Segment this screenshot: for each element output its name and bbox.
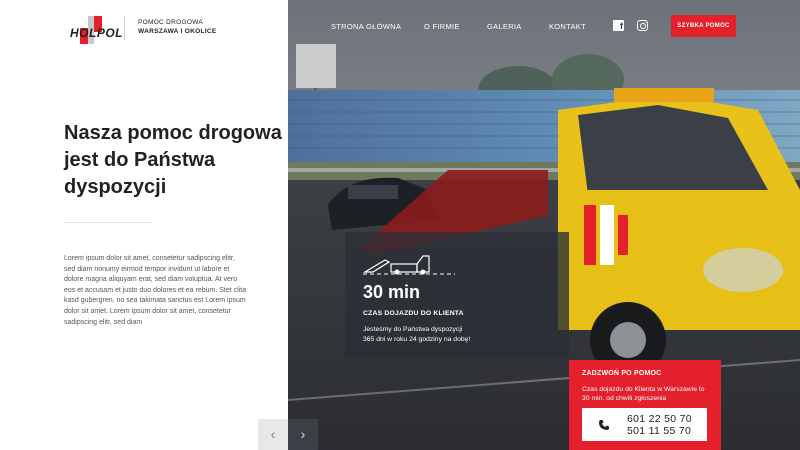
hero-body-text: Lorem ipsum dolor sit amet, consetetur s… [64, 255, 247, 326]
instagram-icon[interactable] [637, 20, 648, 31]
phone-numbers: 601 22 50 70 501 11 55 70 [627, 413, 692, 437]
headline-bold: pomoc drogowa [127, 122, 282, 144]
availability-line2: 365 dni w roku 24 godziny na dobę! [363, 335, 471, 343]
logo-wordmark: HOLPOL [70, 26, 123, 40]
phone-number-1[interactable]: 601 22 50 70 [627, 413, 692, 425]
logo-divider [124, 16, 125, 40]
tow-truck-icon [363, 255, 455, 275]
tagline-line1: POMOC DROGOWA [138, 19, 204, 26]
headline-rest: jest do Państwa dyspozycji [64, 149, 216, 198]
arrival-time-box: 30 min CZAS DOJAZDU DO KLIENTA Jesteśmy … [345, 232, 569, 358]
brand-tagline: POMOC DROGOWA WARSZAWA I OKOLICE [138, 18, 216, 36]
tagline-line2: WARSZAWA I OKOLICE [138, 28, 217, 35]
nav-about[interactable]: O FIRMIE [424, 22, 460, 31]
facebook-icon[interactable]: f [613, 20, 624, 31]
intro-panel: HOLPOL POMOC DROGOWA WARSZAWA I OKOLICE … [0, 0, 288, 450]
headline-prefix: Nasza [64, 122, 122, 144]
divider-line [64, 222, 152, 223]
phone-icon [599, 420, 609, 430]
availability-text: Jesteśmy do Państwa dyspozycji 365 dni w… [363, 325, 563, 344]
quick-help-button[interactable]: SZYBKA POMOC [671, 15, 736, 37]
tow-truck-photo [288, 0, 800, 450]
call-title: ZADZWOŃ PO POMOC [582, 370, 662, 377]
slider-prev-button[interactable]: ‹ [258, 419, 288, 450]
phone-number-2[interactable]: 501 11 55 70 [627, 425, 692, 437]
availability-line1: Jesteśmy do Państwa dyspozycji [363, 326, 463, 333]
arrival-time-label: CZAS DOJAZDU DO KLIENTA [363, 310, 464, 317]
nav-gallery[interactable]: GALERIA [487, 22, 522, 31]
slider-next-button[interactable]: › [288, 419, 318, 450]
call-help-box: ZADZWOŃ PO POMOC Czas dojazdu do Klienta… [569, 360, 721, 450]
arrival-time: 30 min [363, 282, 421, 302]
hero-photo [288, 0, 800, 450]
phone-numbers-box[interactable]: 601 22 50 70 501 11 55 70 [582, 408, 707, 441]
nav-contact[interactable]: KONTAKT [549, 22, 586, 31]
hero-headline: Nasza pomoc drogowa jest do Państwa dysp… [64, 120, 284, 201]
holpol-logo[interactable]: HOLPOL [70, 16, 123, 44]
nav-home[interactable]: STRONA GŁÓWNA [331, 22, 401, 31]
call-text: Czas dojazdu do Klienta w Warszawie to 3… [582, 386, 705, 402]
